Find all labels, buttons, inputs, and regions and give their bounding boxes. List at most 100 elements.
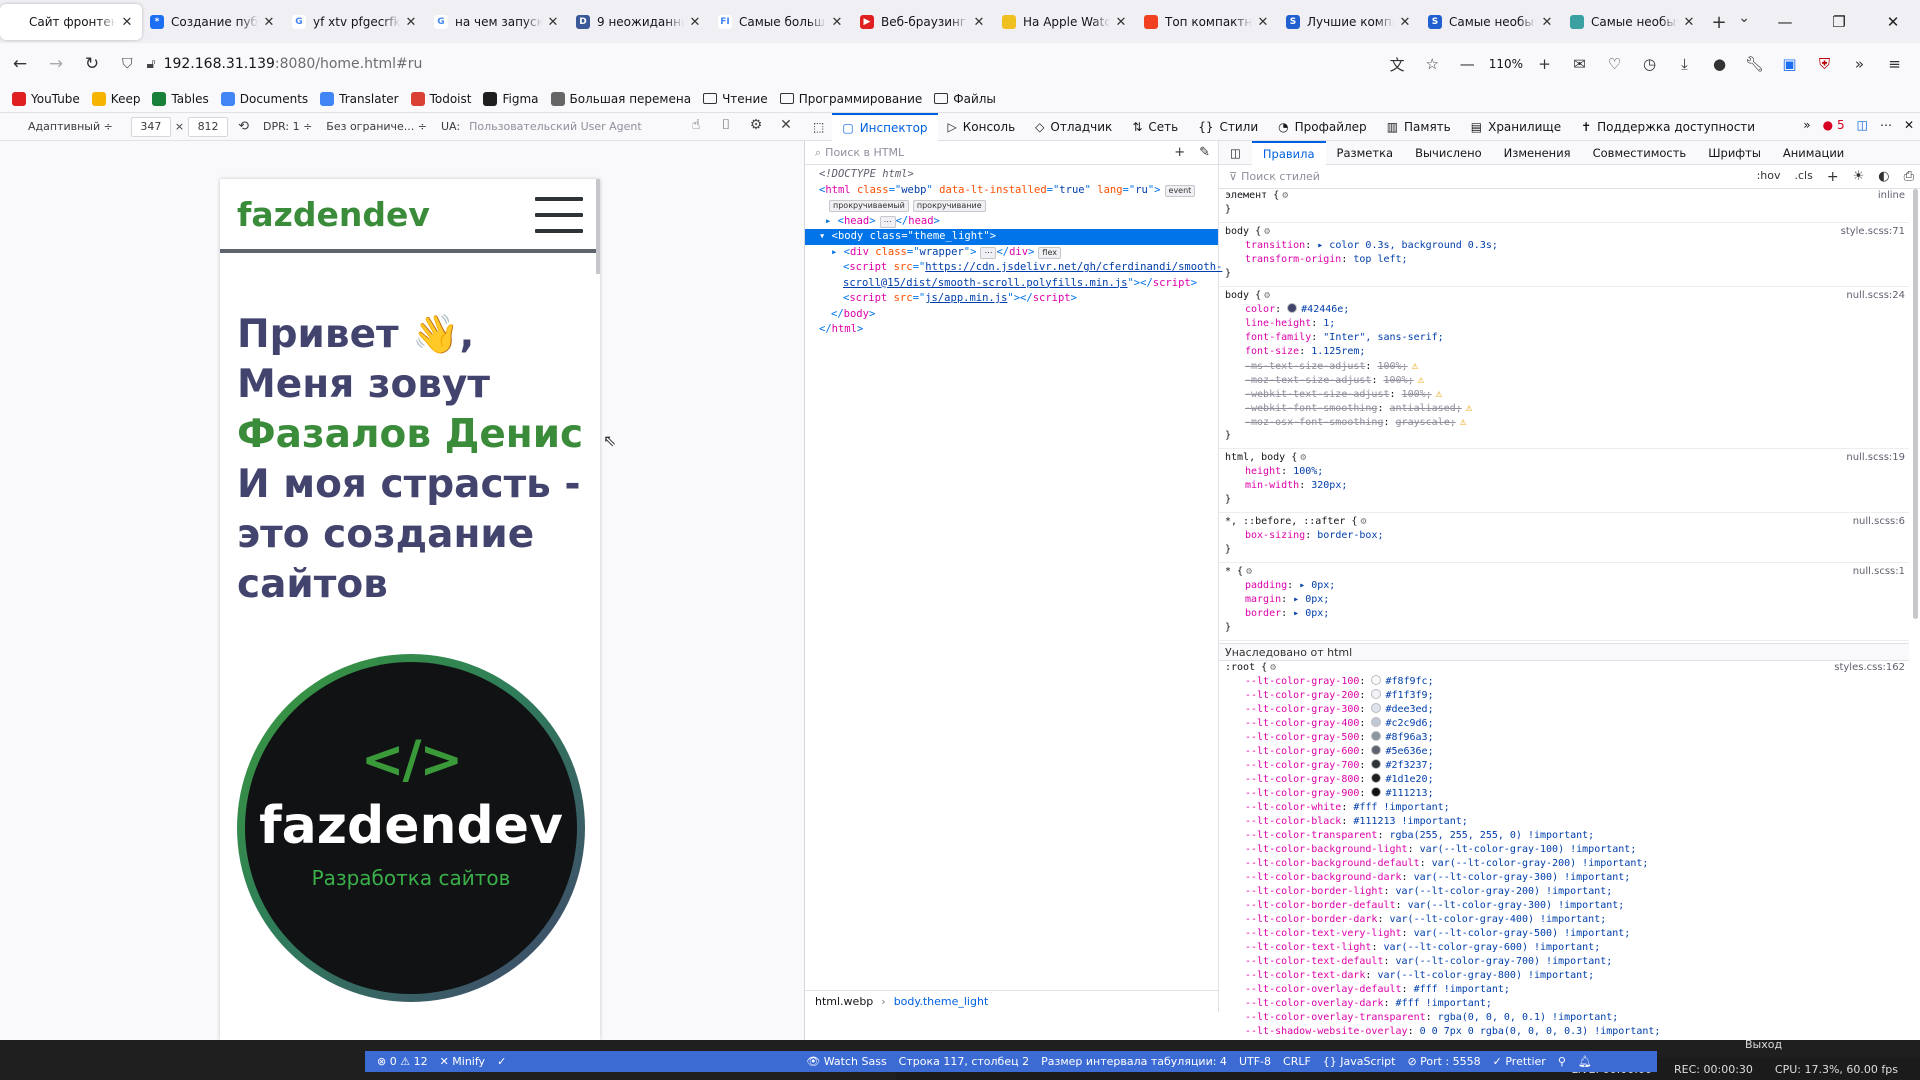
list-all-tabs-icon[interactable]: ⌄ <box>1738 10 1750 26</box>
property-value[interactable]: var(--lt-color-gray-400) !important; <box>1390 914 1607 925</box>
property-name[interactable]: --lt-color-border-default <box>1245 900 1396 911</box>
close-devtools-icon[interactable]: ✕ <box>1904 118 1914 132</box>
extension-icon[interactable]: ▣ <box>1772 48 1807 80</box>
bookmark-item[interactable]: Documents <box>220 91 308 106</box>
close-tab-icon[interactable]: ✕ <box>120 15 134 30</box>
devtools-tab[interactable]: ⇅ Сеть <box>1122 113 1188 141</box>
rule-source-link[interactable]: null.scss:24 <box>1846 289 1905 303</box>
dark-scheme-icon[interactable]: ◐ <box>1878 169 1889 185</box>
close-tab-icon[interactable]: ✕ <box>1114 15 1128 30</box>
property-name[interactable]: border <box>1245 608 1281 619</box>
new-tab-button[interactable]: + <box>1704 4 1734 40</box>
browser-tab[interactable]: Топ компактных ✕ <box>1136 4 1278 40</box>
property-value[interactable]: #1d1e20; <box>1385 774 1433 785</box>
close-tab-icon[interactable]: ✕ <box>830 15 844 30</box>
overflow-chevron-icon[interactable]: » <box>1842 48 1877 80</box>
property-value[interactable]: antialiased; <box>1390 403 1462 414</box>
css-declaration[interactable]: --lt-color-gray-700: #2f3237; <box>1219 759 1909 773</box>
property-value[interactable]: var(--lt-color-gray-600) !important; <box>1383 942 1600 953</box>
property-value[interactable]: 1.125rem; <box>1311 346 1365 357</box>
forward-button[interactable]: → <box>40 48 72 80</box>
zoom-in-button[interactable]: + <box>1527 48 1562 80</box>
sidebar-tab[interactable]: Изменения <box>1493 141 1582 165</box>
markup-node[interactable]: прокручиваемый прокручивание <box>805 198 1218 214</box>
property-value[interactable]: #f1f3f9; <box>1385 690 1433 701</box>
page-scrollbar[interactable] <box>596 179 600 274</box>
property-name[interactable]: --lt-color-gray-700 <box>1245 760 1359 771</box>
live-server-port-status[interactable]: ⊘ Port : 5558 <box>1407 1055 1480 1068</box>
bookmark-item[interactable]: Translater <box>320 91 399 106</box>
translate-icon[interactable]: 文 <box>1380 48 1415 80</box>
css-declaration[interactable]: --lt-color-text-light: var(--lt-color-gr… <box>1219 941 1909 955</box>
ublock-icon[interactable]: ⛨ <box>1807 48 1842 80</box>
color-swatch-icon[interactable] <box>1371 689 1382 699</box>
property-value[interactable]: var(--lt-color-gray-300) !important; <box>1408 900 1625 911</box>
browser-tab[interactable]: S Самые необычные ✕ <box>1420 4 1562 40</box>
close-tab-icon[interactable]: ✕ <box>1256 15 1270 30</box>
markup-node[interactable]: </body> <box>805 307 1218 323</box>
property-value[interactable]: 1; <box>1323 318 1335 329</box>
devtools-tab[interactable]: ▥ Память <box>1377 113 1461 141</box>
property-value[interactable]: #dee3ed; <box>1385 704 1433 715</box>
device-selector[interactable]: Адаптивный ÷ <box>28 120 113 133</box>
devtools-tab[interactable]: ▷ Консоль <box>938 113 1026 141</box>
devtools-tab[interactable]: ✝ Поддержка доступности <box>1571 113 1765 141</box>
property-name[interactable]: --lt-color-gray-300 <box>1245 704 1359 715</box>
devtools-tab[interactable]: ◔ Профайлер <box>1268 113 1377 141</box>
css-declaration[interactable]: --lt-color-white: #fff !important; <box>1219 801 1909 815</box>
css-declaration[interactable]: transition: ▸ color 0.3s, background 0.3… <box>1219 239 1909 253</box>
property-value[interactable]: #c2c9d6; <box>1385 718 1433 729</box>
property-value[interactable]: rgba(255, 255, 255, 0) !important; <box>1390 830 1595 841</box>
property-value[interactable]: #111213; <box>1385 788 1433 799</box>
css-declaration[interactable]: --lt-shadow-website-overlay: 0 0 7px 0 r… <box>1219 1025 1909 1039</box>
dock-side-icon[interactable]: ◫ <box>1857 118 1868 132</box>
property-name[interactable]: --lt-color-border-light <box>1245 886 1383 897</box>
markup-node[interactable]: scroll@15/dist/smooth-scroll.polyfills.m… <box>805 276 1218 292</box>
devtools-tab[interactable]: ▢ Инспектор <box>832 112 938 141</box>
obs-exit-button[interactable]: Выход <box>1745 1038 1805 1058</box>
bookmark-item[interactable]: Tables <box>152 91 209 106</box>
css-declaration[interactable]: -webkit-font-smoothing: antialiased; ⚠ <box>1219 401 1909 415</box>
rule-source-link[interactable]: null.scss:1 <box>1853 565 1905 579</box>
css-declaration[interactable]: --lt-color-border-light: var(--lt-color-… <box>1219 885 1909 899</box>
browser-tab[interactable]: Сайт фронтенд разработчика ✕ <box>0 4 142 40</box>
property-value[interactable]: #8f96a3; <box>1385 732 1433 743</box>
bookmark-item[interactable]: Todoist <box>410 91 471 106</box>
viewport-height-input[interactable]: 812 <box>188 116 229 137</box>
css-declaration[interactable]: -ms-text-size-adjust: 100%; ⚠ <box>1219 359 1909 373</box>
property-name[interactable]: color <box>1245 304 1275 315</box>
property-value[interactable]: var(--lt-color-gray-800) !important; <box>1377 970 1594 981</box>
property-value[interactable]: 320px; <box>1311 480 1347 491</box>
css-declaration[interactable]: border: ▸ 0px; <box>1219 607 1909 621</box>
css-declaration[interactable]: transform-origin: top left; <box>1219 253 1909 267</box>
pocket-icon[interactable]: ♡ <box>1597 48 1632 80</box>
breadcrumb-item[interactable]: html.webp <box>815 995 873 1008</box>
screenshot-icon[interactable]: ⌷ <box>711 117 741 133</box>
css-declaration[interactable]: --lt-color-overlay-default: #fff !import… <box>1219 983 1909 997</box>
property-value[interactable]: ▸ 0px; <box>1299 580 1335 591</box>
css-declaration[interactable]: --lt-color-overlay-dark: #fff !important… <box>1219 997 1909 1011</box>
css-declaration[interactable]: --lt-color-gray-300: #dee3ed; <box>1219 703 1909 717</box>
sidebar-tab[interactable]: Разметка <box>1326 141 1405 165</box>
css-declaration[interactable]: -webkit-text-size-adjust: 100%; ⚠ <box>1219 387 1909 401</box>
property-value[interactable]: var(--lt-color-gray-700) !important; <box>1396 956 1613 967</box>
property-name[interactable]: font-family <box>1245 332 1311 343</box>
add-node-icon[interactable]: + <box>1174 145 1185 160</box>
menu-icon[interactable]: ≡ <box>1877 48 1912 80</box>
error-count-badge[interactable]: ● 5 <box>1823 118 1845 132</box>
property-name[interactable]: --lt-color-gray-800 <box>1245 774 1359 785</box>
css-declaration[interactable]: -moz-osx-font-smoothing: grayscale; ⚠ <box>1219 415 1909 429</box>
rule-gear-icon[interactable]: ⚙ <box>1282 190 1288 201</box>
restore-button[interactable]: ❐ <box>1812 0 1866 43</box>
color-swatch-icon[interactable] <box>1371 745 1382 755</box>
property-name[interactable]: --lt-color-text-light <box>1245 942 1371 953</box>
devtools-menu-icon[interactable]: ⋯ <box>1880 118 1892 132</box>
browser-tab[interactable]: S Лучшие компакт ✕ <box>1278 4 1420 40</box>
css-declaration[interactable]: height: 100%; <box>1219 465 1909 479</box>
markup-node[interactable]: </html> <box>805 322 1218 338</box>
element-picker-icon[interactable]: ⬚ <box>805 113 832 141</box>
rule-source-link[interactable]: styles.css:162 <box>1834 661 1905 675</box>
hov-toggle[interactable]: :hov <box>1757 169 1781 185</box>
light-scheme-icon[interactable]: ☀ <box>1853 169 1865 185</box>
html-search-input[interactable]: ⌕ Поиск в HTML + ✎ <box>805 141 1218 165</box>
